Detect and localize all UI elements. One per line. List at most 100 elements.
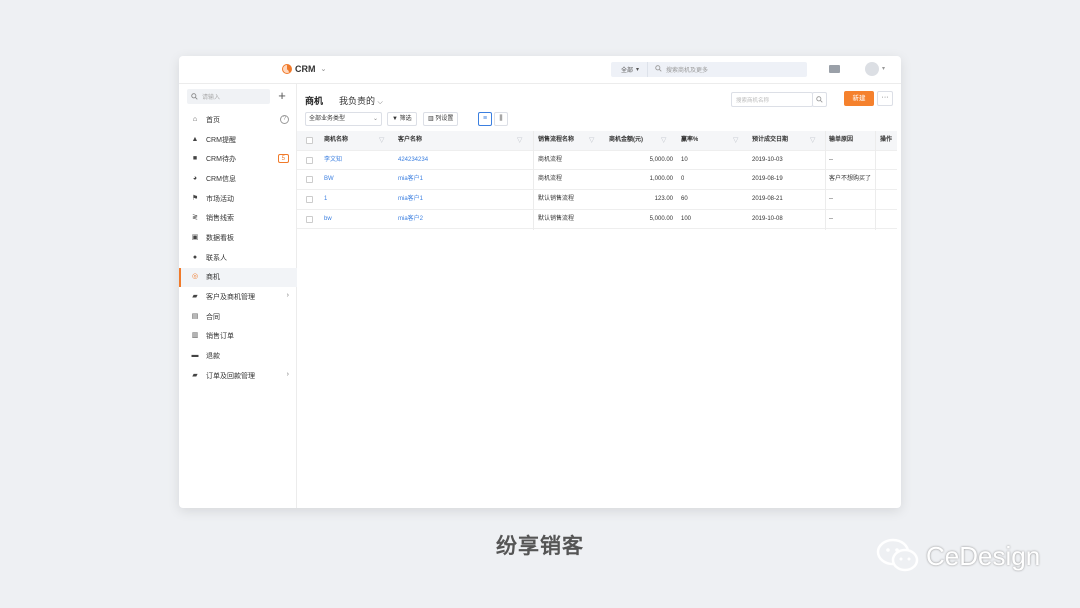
filter-icon[interactable]: ▽ bbox=[810, 137, 815, 144]
customer-name-link[interactable]: 424234234 bbox=[398, 151, 428, 171]
help-icon[interactable]: ? bbox=[280, 115, 289, 124]
process-name: 默认销售流程 bbox=[538, 196, 575, 203]
select-all-checkbox[interactable] bbox=[306, 137, 313, 144]
filter-icon[interactable]: ▽ bbox=[517, 137, 522, 144]
column-divider bbox=[825, 131, 826, 230]
kanban-view-icon: ⫼ bbox=[499, 115, 503, 122]
opportunity-name-link[interactable]: 李文知 bbox=[324, 151, 342, 171]
expected-close-date: 2019-08-19 bbox=[752, 176, 783, 183]
crm-window: CRM ⌄ 全部 ▾ 搜索商机及更多 ▾ 请输入 + ⌂ 首页? ▲ CRM提醒 ■ C… bbox=[179, 56, 901, 508]
sidebar-item-label: CRM待办 bbox=[206, 156, 236, 164]
sidebar-item-label: 订单及回款管理 bbox=[206, 372, 255, 380]
crm-logo-icon bbox=[282, 64, 292, 74]
table-row[interactable]: 1 mia客户1 默认销售流程 123.00 60 2019-08-21 -- bbox=[297, 190, 897, 210]
home-icon: ⌂ bbox=[192, 115, 198, 123]
row-checkbox[interactable] bbox=[306, 215, 313, 223]
view-scope-select[interactable]: 我负责的 ⌵ bbox=[339, 94, 383, 107]
filter-icon: ▼ bbox=[392, 116, 398, 122]
column-header[interactable]: 输单原因 bbox=[829, 131, 853, 151]
search-icon bbox=[816, 96, 823, 103]
sidebar-item-sales-orders[interactable]: ▥ 销售订单 bbox=[179, 327, 297, 347]
customer-name-link[interactable]: mia客户1 bbox=[398, 170, 423, 190]
column-header[interactable]: 商机金额(元) bbox=[609, 131, 643, 151]
row-checkbox[interactable] bbox=[306, 176, 313, 184]
filter-icon[interactable]: ▽ bbox=[589, 137, 594, 144]
opportunity-name-link[interactable]: bw bbox=[324, 210, 332, 230]
customer-name-link[interactable]: mia客户1 bbox=[398, 190, 423, 210]
new-button[interactable]: 新建 bbox=[844, 91, 874, 106]
business-type-select[interactable]: 全部业务类型 ⌄ bbox=[305, 112, 382, 126]
global-search-input[interactable]: 搜索商机及更多 bbox=[666, 65, 708, 74]
global-search[interactable]: 全部 ▾ 搜索商机及更多 bbox=[611, 62, 807, 77]
table-row[interactable]: bw mia客户2 默认销售流程 5,000.00 100 2019-10-08… bbox=[297, 210, 897, 230]
filter-icon[interactable]: ▽ bbox=[661, 137, 666, 144]
add-icon[interactable]: + bbox=[275, 88, 289, 104]
filter-icon[interactable]: ▽ bbox=[733, 137, 738, 144]
list-view-button[interactable]: ≡ bbox=[478, 112, 492, 126]
page-title: 商机 bbox=[305, 96, 324, 106]
sidebar-item-contacts[interactable]: ● 联系人 bbox=[179, 248, 297, 268]
mail-icon[interactable] bbox=[829, 65, 840, 73]
search-scope-select[interactable]: 全部 ▾ bbox=[611, 62, 649, 77]
sidebar-item-label: 合同 bbox=[206, 313, 220, 321]
app-name: CRM bbox=[295, 64, 316, 74]
view-scope-label: 我负责的 bbox=[339, 96, 376, 106]
list-view-icon: ≡ bbox=[482, 115, 488, 122]
chevron-right-icon: › bbox=[286, 370, 289, 378]
opportunity-table: 商机名称 ▽ 客户名称 ▽ 销售流程名称 ▽ 商机金额(元) ▽ 赢率% ▽ 预… bbox=[297, 131, 897, 230]
search-button[interactable] bbox=[812, 92, 827, 107]
sidebar-item-opportunities[interactable]: ◎ 商机 bbox=[179, 267, 297, 288]
sidebar-item-label: CRM信息 bbox=[206, 175, 236, 183]
avatar[interactable] bbox=[865, 62, 879, 76]
search-scope-label: 全部 bbox=[621, 68, 634, 74]
chevron-down-icon[interactable]: ▾ bbox=[882, 65, 885, 72]
sidebar-item-label: 销售订单 bbox=[206, 333, 234, 341]
sidebar-menu: ⌂ 首页? ▲ CRM提醒 ■ CRM待办 5 ◕ CRM信息 ⚑ 市场活动 ≷ 销售线索 ▣… bbox=[179, 110, 297, 386]
sidebar-item-crm-reminder[interactable]: ▲ CRM提醒 bbox=[179, 130, 297, 150]
table-row[interactable]: BW mia客户1 商机流程 1,000.00 0 2019-08-19 客户不… bbox=[297, 170, 897, 191]
column-header[interactable]: 商机名称 bbox=[324, 131, 348, 151]
sidebar-item-marketing[interactable]: ⚑ 市场活动 bbox=[179, 189, 297, 209]
filter-button[interactable]: ▼ 筛选 bbox=[387, 112, 417, 126]
sidebar-item-leads[interactable]: ≷ 销售线索 bbox=[179, 208, 297, 228]
toolbar: 全部业务类型 ⌄ ▼ 筛选 ▥ 列设置 ≡ ⫼ bbox=[297, 112, 901, 130]
sidebar-item-home[interactable]: ⌂ 首页? bbox=[179, 110, 297, 130]
chevron-right-icon: › bbox=[286, 292, 289, 300]
sidebar-item-customer-management[interactable]: ▰ 客户及商机管理 › bbox=[179, 287, 297, 307]
sidebar-item-label: 客户及商机管理 bbox=[206, 294, 255, 302]
column-header[interactable]: 销售流程名称 bbox=[538, 131, 574, 151]
row-checkbox[interactable] bbox=[306, 156, 313, 164]
more-button[interactable]: ··· bbox=[877, 91, 893, 106]
amount: 1,000.00 bbox=[649, 176, 673, 183]
process-name: 商机流程 bbox=[538, 176, 563, 183]
app-switcher[interactable]: CRM ⌄ bbox=[282, 64, 326, 74]
win-rate: 60 bbox=[681, 196, 688, 203]
column-header[interactable]: 客户名称 bbox=[398, 131, 422, 151]
sidebar-item-label: 联系人 bbox=[206, 254, 227, 262]
clipboard-icon: ■ bbox=[192, 155, 198, 163]
sidebar-item-order-management[interactable]: ▰ 订单及回款管理 › bbox=[179, 366, 297, 386]
flag-icon: ⚑ bbox=[191, 194, 199, 202]
filter-icon[interactable]: ▽ bbox=[379, 137, 384, 144]
table-row[interactable]: 李文知 424234234 商机流程 5,000.00 10 2019-10-0… bbox=[297, 151, 897, 171]
sidebar-item-dashboard[interactable]: ▣ 数据看板 bbox=[179, 228, 297, 248]
sidebar-item-contracts[interactable]: ▤ 合同 bbox=[179, 307, 297, 327]
amount: 123.00 bbox=[654, 196, 673, 203]
kanban-view-button[interactable]: ⫼ bbox=[494, 112, 508, 126]
opportunity-name-link[interactable]: 1 bbox=[324, 190, 327, 210]
sidebar-item-refunds[interactable]: ▬ 退款 bbox=[179, 346, 297, 366]
opportunity-name-link[interactable]: BW bbox=[324, 170, 334, 190]
column-header[interactable]: 预计成交日期 bbox=[752, 131, 788, 151]
sidebar-item-label: 数据看板 bbox=[206, 234, 234, 242]
table-header: 商机名称 ▽ 客户名称 ▽ 销售流程名称 ▽ 商机金额(元) ▽ 赢率% ▽ 预… bbox=[297, 131, 897, 151]
row-checkbox[interactable] bbox=[306, 196, 313, 204]
lost-reason: -- bbox=[829, 196, 833, 203]
customer-name-link[interactable]: mia客户2 bbox=[398, 210, 423, 230]
sidebar-item-crm-todo[interactable]: ■ CRM待办 5 bbox=[179, 149, 297, 169]
column-settings-button[interactable]: ▥ 列设置 bbox=[423, 112, 459, 126]
process-name: 商机流程 bbox=[538, 156, 563, 163]
opportunity-search-input[interactable]: 搜索商机名称 bbox=[731, 92, 813, 107]
sidebar-search-input[interactable]: 请输入 bbox=[187, 89, 270, 104]
column-header[interactable]: 赢率% bbox=[681, 131, 698, 151]
sidebar-item-crm-info[interactable]: ◕ CRM信息 bbox=[179, 169, 297, 189]
